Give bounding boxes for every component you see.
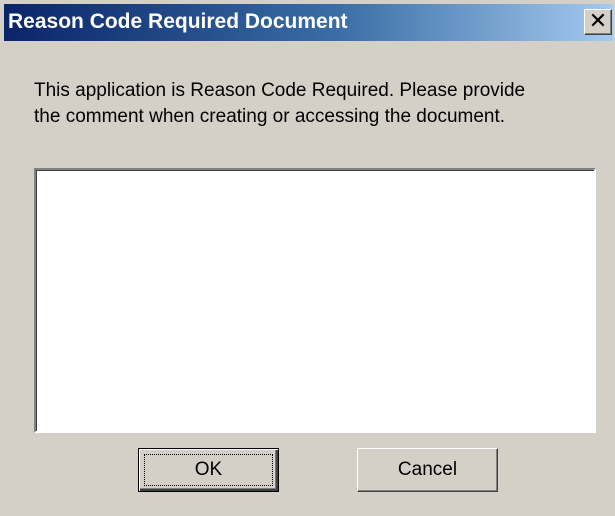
- instruction-message: This application is Reason Code Required…: [34, 78, 594, 130]
- ok-button[interactable]: OK: [138, 448, 279, 492]
- instruction-line-1: This application is Reason Code Required…: [34, 80, 526, 101]
- window-title: Reason Code Required Document: [8, 10, 348, 33]
- close-button[interactable]: ✕: [584, 9, 612, 35]
- reason-code-dialog: Reason Code Required Document ✕ This app…: [0, 0, 615, 516]
- cancel-button-label: Cancel: [397, 459, 458, 480]
- close-icon: ✕: [588, 9, 608, 34]
- ok-button-label: OK: [194, 459, 223, 480]
- cancel-button[interactable]: Cancel: [357, 448, 498, 492]
- instruction-line-2: the comment when creating or accessing t…: [34, 106, 506, 127]
- title-bar[interactable]: Reason Code Required Document ✕: [4, 4, 613, 41]
- reason-comment-input[interactable]: [34, 168, 596, 433]
